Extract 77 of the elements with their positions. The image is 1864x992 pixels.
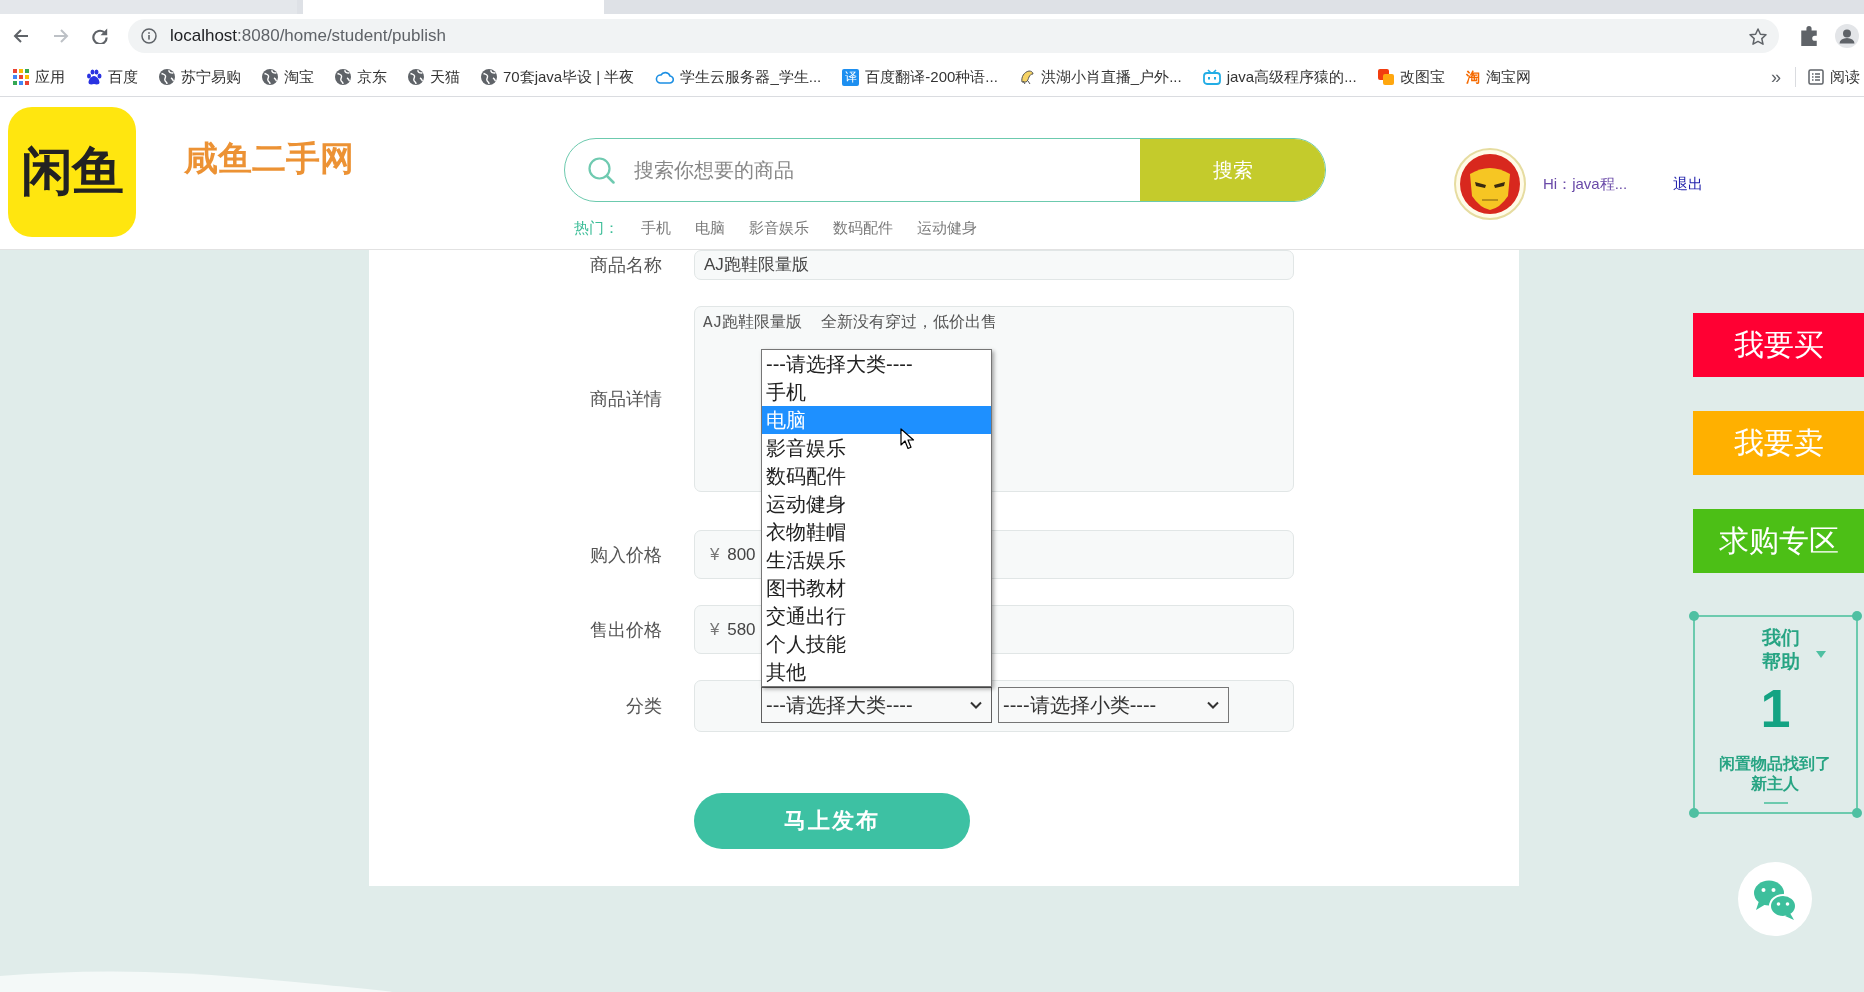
glyph-icon: 淘 [1465, 69, 1480, 85]
hot-link[interactable]: 运动健身 [917, 218, 977, 238]
corner-dot-icon [1852, 611, 1862, 621]
triangle-icon [1816, 650, 1826, 658]
grid-icon [13, 69, 29, 85]
reload-icon[interactable] [92, 28, 108, 44]
hot-link[interactable]: 手机 [641, 218, 671, 238]
list-icon [1808, 69, 1824, 85]
globe-icon [335, 69, 351, 85]
site-title: 咸鱼二手网 [184, 138, 354, 178]
caret-icon [1207, 701, 1219, 709]
category-select[interactable]: ---请选择大类---- [761, 687, 992, 723]
globe-icon [262, 69, 278, 85]
avatar-icon[interactable] [1454, 148, 1526, 220]
search-icon [588, 156, 615, 184]
dropdown-option[interactable]: 运动健身 [762, 490, 991, 518]
stats-count: 1 [1760, 682, 1791, 734]
bookmark-link[interactable]: 百度 [86, 67, 138, 87]
bookmark-link[interactable]: 京东 [335, 67, 387, 87]
sidebar-button[interactable]: 我要买 [1693, 313, 1864, 377]
caret-icon [970, 701, 982, 709]
field-label: 商品名称 [589, 254, 662, 277]
field-label: 售出价格 [589, 618, 662, 642]
squares-icon [1377, 69, 1394, 85]
globe-icon [159, 69, 175, 85]
bookmark-link[interactable]: 70套java毕设 | 半夜 [481, 67, 635, 87]
dropdown-option[interactable]: 手机 [762, 378, 991, 406]
hot-link[interactable]: 影音娱乐 [749, 218, 809, 238]
field-label: 商品详情 [589, 388, 662, 411]
bookmark-link[interactable]: 应用 [13, 67, 65, 87]
hot-link[interactable]: 电脑 [695, 218, 725, 238]
field-label: 分类 [625, 695, 662, 718]
bookmark-link[interactable]: 天猫 [408, 67, 460, 87]
bookmark-link[interactable]: 洪湖小肖直播_户外... [1018, 67, 1182, 87]
puzzle-piece-icon[interactable] [1801, 26, 1817, 46]
dropdown-option[interactable]: ---请选择大类---- [762, 350, 991, 378]
url-text: localhost:8080/home/student/publish [170, 26, 447, 46]
dropdown-option[interactable]: 交通出行 [762, 602, 991, 630]
text-field[interactable]: AJ跑鞋限量版 [694, 250, 1294, 280]
reading-list-link[interactable]: 阅读 [1808, 67, 1860, 87]
bookmark-link[interactable]: 改图宝 [1377, 67, 1445, 87]
dropdown-option[interactable]: 其他 [762, 658, 991, 686]
corner-dot-icon [1689, 611, 1699, 621]
mouse-pointer-icon [900, 428, 915, 450]
logout-link[interactable]: 退出 [1673, 174, 1703, 194]
field-label: 购入价格 [589, 543, 662, 567]
dropdown-option[interactable]: 数码配件 [762, 462, 991, 490]
more-bookmarks-button[interactable]: » [1767, 66, 1785, 88]
stats-heading: 我们帮助 [1762, 626, 1800, 674]
back-arrow-icon[interactable] [12, 29, 30, 43]
bookmark-link[interactable]: 学生云服务器_学生... [655, 67, 822, 87]
cloud-icon [655, 70, 675, 84]
bookmark-link[interactable]: 苏宁易购 [159, 67, 241, 87]
info-icon[interactable] [141, 28, 157, 44]
star-icon[interactable] [1749, 27, 1767, 45]
profile-icon[interactable] [1835, 24, 1859, 48]
corner-dot-icon [1689, 808, 1699, 818]
corner-dot-icon [1852, 808, 1862, 818]
tile-icon: 译 [842, 68, 860, 86]
globe-icon [408, 69, 424, 85]
globe-icon [481, 69, 497, 85]
greeting-text: Hi：java程... [1543, 174, 1629, 194]
bookmark-link[interactable]: java高级程序猿的... [1202, 67, 1357, 87]
hot-label: 热门： [574, 218, 619, 238]
address-bar[interactable]: localhost:8080/home/student/publish [128, 19, 1779, 53]
category-select[interactable]: ----请选择小类---- [998, 687, 1229, 723]
bookmark-link[interactable]: 淘 淘宝网 [1465, 67, 1531, 87]
bookmark-link[interactable]: 译 百度翻译-200种语... [842, 67, 998, 87]
bookmark-link[interactable]: 淘宝 [262, 67, 314, 87]
dropdown-option[interactable]: 生活娱乐 [762, 546, 991, 574]
site-logo[interactable]: 闲鱼 [8, 107, 136, 237]
tv-icon [1202, 69, 1221, 85]
hot-link[interactable]: 数码配件 [833, 218, 893, 238]
stats-caption: 闲置物品找到了新主人 [1718, 754, 1833, 794]
paw-icon [86, 69, 102, 85]
leaf-icon [1018, 69, 1035, 85]
dropdown-option[interactable]: 影音娱乐 [762, 434, 991, 462]
